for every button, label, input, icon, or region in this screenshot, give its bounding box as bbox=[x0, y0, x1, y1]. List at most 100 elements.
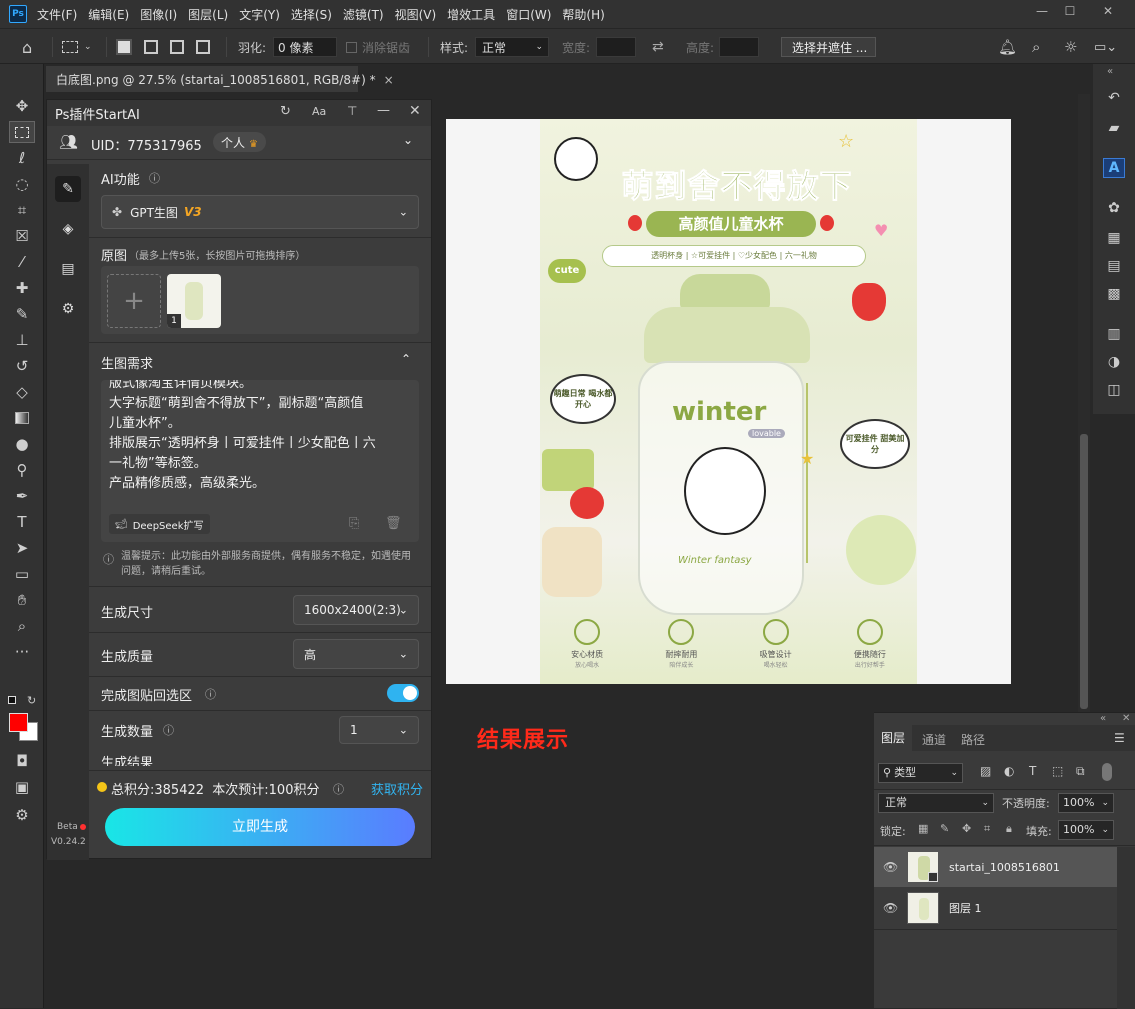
panel-menu-icon[interactable]: ☰ bbox=[1114, 731, 1125, 745]
menu-select[interactable]: 选择(S) bbox=[291, 6, 332, 23]
crop-tool-icon[interactable]: ⌗ bbox=[9, 199, 35, 221]
default-colors-icon[interactable] bbox=[8, 696, 16, 704]
menu-layer[interactable]: 图层(L) bbox=[188, 6, 228, 23]
filter-shape-icon[interactable]: ⬚ bbox=[1052, 764, 1063, 778]
close-tab-icon[interactable]: × bbox=[384, 73, 394, 87]
opacity-input[interactable]: 100% ⌄ bbox=[1058, 793, 1114, 813]
tab-paths[interactable]: 路径 bbox=[961, 731, 985, 748]
history-brush-tool-icon[interactable]: ↺ bbox=[9, 355, 35, 377]
color-panel-icon[interactable]: ✿ bbox=[1103, 198, 1125, 218]
swap-icon[interactable]: ⇄ bbox=[652, 37, 664, 57]
feather-input[interactable]: 0 像素 bbox=[273, 37, 337, 57]
trash-icon[interactable]: 🗑︎ bbox=[385, 516, 402, 531]
requirement-textarea[interactable]: 版式像淘宝详情页模块。 大字标题“萌到舍不得放下”，副标题“高颜值 儿童水杯”。… bbox=[101, 380, 419, 542]
menu-help[interactable]: 帮助(H) bbox=[562, 6, 604, 23]
plugin-link-icon[interactable]: ⚙ bbox=[9, 804, 35, 826]
document-canvas[interactable]: ☆ 萌到舍不得放下 高颜值儿童水杯 ♥ 透明杯身 | ☆可爱挂件 | ♡少女配色… bbox=[446, 119, 1011, 684]
frame-tool-icon[interactable]: ☒ bbox=[9, 225, 35, 247]
lock-position-icon[interactable]: ✥ bbox=[962, 822, 971, 835]
history-prompt-icon[interactable]: ⎘ bbox=[349, 516, 359, 531]
select-and-mask-button[interactable]: 选择并遮住 ... bbox=[781, 37, 876, 57]
maximize-button[interactable]: ☐ bbox=[1060, 4, 1080, 20]
filter-smart-icon[interactable]: ⧉ bbox=[1076, 764, 1085, 779]
lock-transparent-icon[interactable]: ▦ bbox=[918, 822, 928, 835]
comments-panel-icon[interactable]: ▰ bbox=[1103, 118, 1125, 138]
filter-pixel-icon[interactable]: ▨ bbox=[980, 764, 991, 778]
menu-file[interactable]: 文件(F) bbox=[37, 6, 77, 23]
expand-panels-icon[interactable]: « bbox=[1107, 66, 1113, 77]
get-points-link[interactable]: 获取积分 bbox=[371, 779, 423, 798]
layer-row[interactable]: 👁︎ startai_1008516801 bbox=[874, 847, 1117, 887]
healing-tool-icon[interactable]: ✚ bbox=[9, 277, 35, 299]
swatches-panel-icon[interactable]: ▦ bbox=[1103, 228, 1125, 248]
deepseek-expand-button[interactable]: 🐋︎ DeepSeek扩写 bbox=[109, 514, 210, 534]
close-plugin-icon[interactable]: ✕ bbox=[409, 103, 421, 119]
stamp-tool-icon[interactable]: ⊥ bbox=[9, 329, 35, 351]
layers-scrollbar[interactable] bbox=[1117, 847, 1135, 1009]
filter-toggle[interactable] bbox=[1102, 763, 1112, 781]
document-tab[interactable]: 白底图.png @ 27.5% (startai_1008516801, RGB… bbox=[46, 66, 394, 92]
lock-pixels-icon[interactable]: ✎ bbox=[940, 822, 949, 835]
info-icon[interactable]: ⓘ bbox=[205, 686, 216, 702]
source-thumbnail[interactable]: 1 bbox=[167, 274, 221, 328]
layer-filter-select[interactable]: ⚲ 类型 ⌄ bbox=[878, 763, 963, 783]
workspace-icon[interactable]: ▭⌄ bbox=[1094, 37, 1117, 57]
generate-button[interactable]: 立即生成 bbox=[105, 808, 415, 846]
screen-mode-icon[interactable]: ▣ bbox=[9, 776, 35, 798]
size-select[interactable]: 1600x2400(2:3) ⌄ bbox=[293, 595, 419, 625]
add-image-button[interactable]: + bbox=[107, 274, 161, 328]
intersect-selection-icon[interactable] bbox=[196, 37, 210, 57]
rectangle-tool-icon[interactable]: ▭ bbox=[9, 563, 35, 585]
visibility-eye-icon[interactable]: 👁︎ bbox=[883, 860, 898, 874]
eyedropper-tool-icon[interactable]: ⁄ bbox=[9, 251, 35, 273]
marquee-preset-icon[interactable]: ⌄ bbox=[62, 37, 100, 57]
minimize-button[interactable]: — bbox=[1032, 4, 1052, 20]
filter-adjust-icon[interactable]: ◐ bbox=[1004, 764, 1014, 778]
info-icon[interactable]: ⓘ bbox=[333, 781, 344, 797]
gradient-tool-icon[interactable] bbox=[9, 407, 35, 429]
hand-tool-icon[interactable]: ✋︎ bbox=[9, 589, 35, 611]
path-select-tool-icon[interactable]: ➤ bbox=[9, 537, 35, 559]
blur-tool-icon[interactable]: ● bbox=[9, 433, 35, 455]
foreground-color-swatch[interactable] bbox=[9, 713, 28, 732]
visibility-eye-icon[interactable]: 👁︎ bbox=[883, 901, 898, 915]
lock-all-icon[interactable]: 🔒︎ bbox=[1006, 822, 1012, 836]
layer-row[interactable]: 👁︎ 图层 1 bbox=[874, 888, 1117, 928]
libraries-panel-icon[interactable]: ▥ bbox=[1103, 324, 1125, 344]
swap-colors-icon[interactable]: ↻ bbox=[27, 694, 36, 707]
menu-filter[interactable]: 滤镜(T) bbox=[343, 6, 384, 23]
info-icon[interactable]: ⓘ bbox=[163, 722, 174, 738]
settings-tab-icon[interactable]: ⚙ bbox=[55, 296, 81, 322]
height-input[interactable] bbox=[719, 37, 759, 57]
style-select[interactable]: 正常 ⌄ bbox=[475, 37, 549, 57]
close-window-button[interactable]: ✕ bbox=[1098, 4, 1118, 20]
properties-panel-icon[interactable]: ◫ bbox=[1103, 380, 1125, 400]
lasso-tool-icon[interactable]: ℓ bbox=[9, 147, 35, 169]
antialias-checkbox[interactable]: 消除锯齿 bbox=[346, 37, 410, 57]
tab-channels[interactable]: 通道 bbox=[922, 731, 946, 748]
account-expand-icon[interactable]: ⌄ bbox=[403, 133, 413, 147]
chevron-up-icon[interactable]: ⌃ bbox=[401, 352, 411, 366]
model-select[interactable]: ✤ GPT生图 V3 ⌄ bbox=[101, 195, 419, 229]
pin-icon[interactable]: ⊤ bbox=[347, 104, 357, 118]
generate-tab-icon[interactable]: ✎ bbox=[55, 176, 81, 202]
search-icon[interactable]: ⌕ bbox=[1032, 37, 1040, 57]
count-select[interactable]: 1 ⌄ bbox=[339, 716, 419, 744]
new-selection-icon[interactable] bbox=[116, 37, 132, 57]
layers-tab-icon[interactable]: ◈ bbox=[55, 216, 81, 242]
info-icon[interactable]: ⓘ bbox=[149, 170, 160, 186]
width-input[interactable] bbox=[596, 37, 636, 57]
brush-tool-icon[interactable]: ✎ bbox=[9, 303, 35, 325]
paste-back-toggle[interactable] bbox=[387, 684, 419, 702]
quick-select-tool-icon[interactable]: ◌ bbox=[9, 173, 35, 195]
vertical-scrollbar[interactable] bbox=[1078, 94, 1090, 714]
quality-select[interactable]: 高 ⌄ bbox=[293, 639, 419, 669]
adjustments-panel-icon[interactable]: ◑ bbox=[1103, 352, 1125, 372]
eraser-tool-icon[interactable]: ◇ bbox=[9, 381, 35, 403]
blend-mode-select[interactable]: 正常 ⌄ bbox=[878, 793, 994, 813]
collapse-panel-icon[interactable]: « bbox=[1100, 713, 1106, 724]
lock-artboard-icon[interactable]: ⌗ bbox=[984, 822, 990, 836]
menu-plugins[interactable]: 增效工具 bbox=[447, 6, 495, 23]
menu-image[interactable]: 图像(I) bbox=[140, 6, 177, 23]
filter-type-icon[interactable]: T bbox=[1029, 764, 1036, 778]
